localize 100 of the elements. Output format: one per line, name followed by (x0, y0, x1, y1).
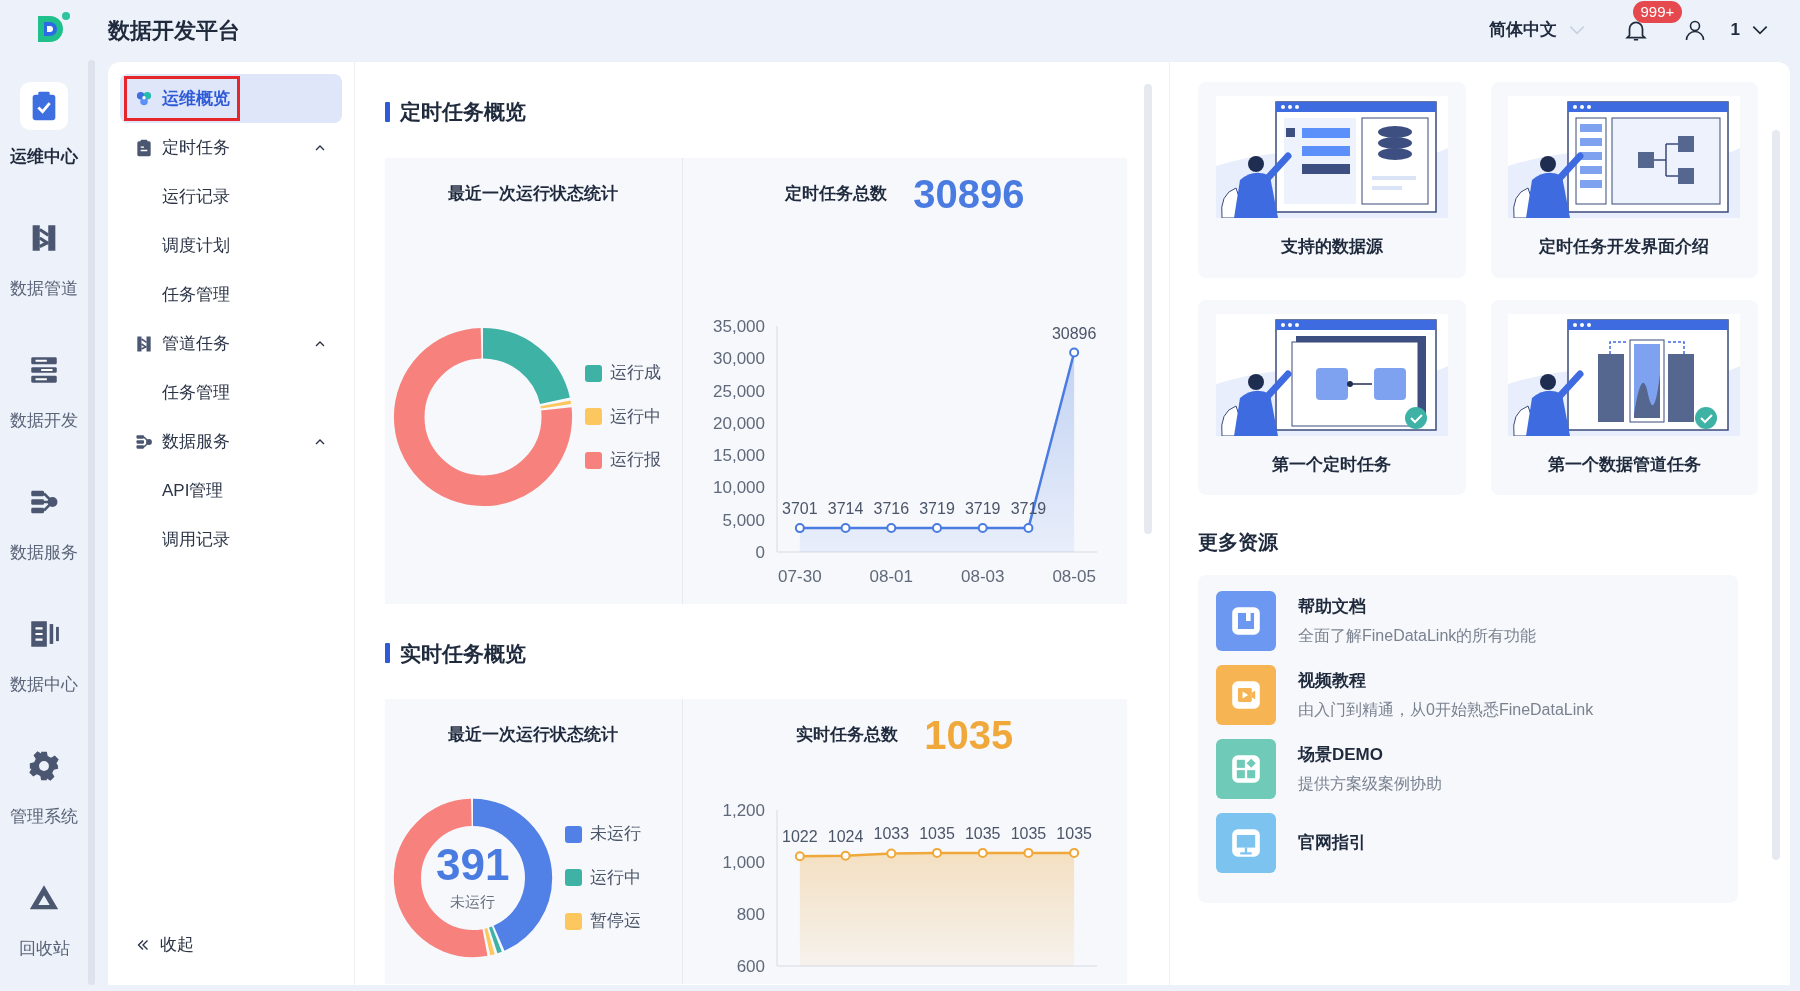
rail-item[interactable]: 数据服务 (0, 456, 88, 588)
nav-subitem[interactable]: 任务管理 (120, 270, 342, 319)
nav-group-header[interactable]: 定时任务 (120, 123, 342, 172)
rail-item[interactable]: 数据管道 (0, 192, 88, 324)
nav-subitem[interactable]: 调用记录 (120, 515, 342, 564)
gear-icon (27, 749, 61, 784)
legend-label: 运行报 (609, 449, 661, 472)
axis-tick-label: 08-05 (1052, 566, 1096, 586)
section-title: 定时任务概览 (399, 99, 526, 125)
axis-tick-label: 600 (736, 957, 765, 972)
data-point (1023, 847, 1034, 858)
data-point (1068, 347, 1079, 357)
nav-subitem[interactable]: 任务管理 (120, 368, 342, 417)
axis-tick-label: 25,000 (712, 381, 765, 401)
data-label: 1024 (827, 827, 864, 845)
axis-tick-label: 10,000 (712, 477, 765, 497)
rail-item[interactable]: 数据开发 (0, 324, 88, 456)
center-value: 391 (436, 842, 510, 887)
rail-item[interactable]: 运维中心 (0, 60, 88, 192)
tutorial-card[interactable]: 定时任务开发界面介绍 (1490, 82, 1758, 278)
axis-tick-label: 07-30 (777, 566, 822, 586)
data-label: 30896 (1051, 324, 1097, 341)
resource-title[interactable]: 场景DEMO (1298, 742, 1442, 768)
data-point (794, 851, 805, 862)
axis-tick-label: 0 (755, 542, 765, 562)
data-label: 3701 (781, 499, 818, 517)
data-point (977, 847, 988, 858)
legend-label: 运行中 (609, 405, 661, 428)
tutorial-title: 支持的数据源 (1279, 236, 1384, 258)
section-marker (384, 643, 390, 664)
tutorial-title: 第一个数据管道任务 (1546, 453, 1702, 476)
chart-title: 最近一次运行状态统计 (448, 724, 619, 747)
total-label: 实时任务总数 (796, 724, 899, 747)
data-label: 1035 (964, 824, 1001, 842)
axis-tick-label: 20,000 (712, 413, 765, 433)
center-label: 未运行 (449, 891, 497, 912)
rail-item[interactable]: 数据中心 (0, 588, 88, 720)
nav-subitem[interactable]: 调度计划 (120, 221, 342, 270)
data-point (886, 522, 897, 533)
rail-item[interactable]: 管理系统 (0, 720, 88, 852)
resource-title[interactable]: 帮助文档 (1298, 594, 1537, 620)
data-label: 3719 (964, 499, 1001, 517)
axis-tick-label: 15,000 (712, 445, 765, 465)
nav-item[interactable]: 运维概览 (120, 74, 342, 123)
data-point (886, 848, 897, 859)
data-label: 1033 (873, 825, 909, 843)
resource-title[interactable]: 视频教程 (1298, 668, 1594, 694)
total-label: 定时任务总数 (785, 182, 888, 205)
resource-description: 由入门到精通，从0开始熟悉FineDataLink (1298, 699, 1594, 720)
nav-subitem[interactable]: API管理 (120, 466, 342, 515)
rail-item[interactable]: 回收站 (0, 852, 88, 984)
data-label: 1035 (1010, 824, 1046, 842)
nav-subitem[interactable]: 运行记录 (120, 172, 342, 221)
clipboard-icon (134, 137, 154, 158)
chart-title: 最近一次运行状态统计 (448, 182, 619, 205)
collapse-button[interactable]: 收起 (120, 920, 342, 969)
axis-tick-label: 08-03 (960, 566, 1005, 586)
legend-label: 运行成 (609, 362, 661, 385)
data-point (840, 850, 851, 861)
user-menu[interactable]: 1 (1724, 16, 1776, 44)
tutorial-card[interactable]: 第一个数据管道任务 (1490, 299, 1758, 495)
scrollbar[interactable] (1143, 84, 1152, 534)
data-label: 3716 (873, 499, 909, 517)
total-value: 30896 (913, 170, 1025, 218)
tutorial-title: 第一个定时任务 (1271, 453, 1393, 476)
axis-tick-label: 35,000 (712, 316, 765, 336)
legend-label: 未运行 (589, 823, 641, 846)
axis-tick-label: 800 (736, 905, 765, 924)
data-label: 1022 (781, 828, 818, 846)
axis-tick-label: 1,200 (722, 801, 765, 820)
legend-label: 暂停运 (589, 910, 641, 933)
data-point (1023, 522, 1034, 533)
data-label: 3719 (919, 499, 955, 517)
data-point (931, 847, 942, 858)
data-label: 3714 (827, 499, 864, 517)
data-point (794, 522, 805, 533)
axis-tick-label: 1,000 (722, 853, 765, 872)
data-point (1068, 847, 1079, 858)
resource-title[interactable]: 官网指引 (1298, 830, 1366, 856)
tutorial-card[interactable]: 第一个定时任务 (1198, 299, 1466, 495)
data-point (840, 522, 851, 533)
notification-badge: 999+ (1632, 1, 1683, 23)
total-value: 1035 (924, 712, 1014, 759)
section-title: 更多资源 (1198, 530, 1279, 555)
nav-group-header[interactable]: 管道任务 (120, 319, 342, 368)
app-title: 数据开发平台 (108, 16, 240, 45)
resource-description: 提供方案级案例协助 (1298, 773, 1442, 794)
axis-tick-label: 08-01 (869, 566, 913, 586)
tutorial-card[interactable]: 支持的数据源 (1198, 82, 1466, 278)
axis-tick-label: 30,000 (712, 348, 765, 368)
data-point (931, 522, 942, 533)
data-label: 1035 (919, 824, 955, 842)
axis-tick-label: 5,000 (722, 510, 765, 530)
language-selector[interactable]: 简体中文 (1482, 16, 1593, 44)
resource-description: 全面了解FineDataLink的所有功能 (1298, 625, 1537, 646)
data-point (977, 522, 988, 533)
scrollbar[interactable] (1772, 130, 1780, 860)
legend-label: 运行中 (589, 866, 641, 889)
nav-group-header[interactable]: 数据服务 (120, 417, 342, 466)
section-marker (384, 101, 390, 122)
